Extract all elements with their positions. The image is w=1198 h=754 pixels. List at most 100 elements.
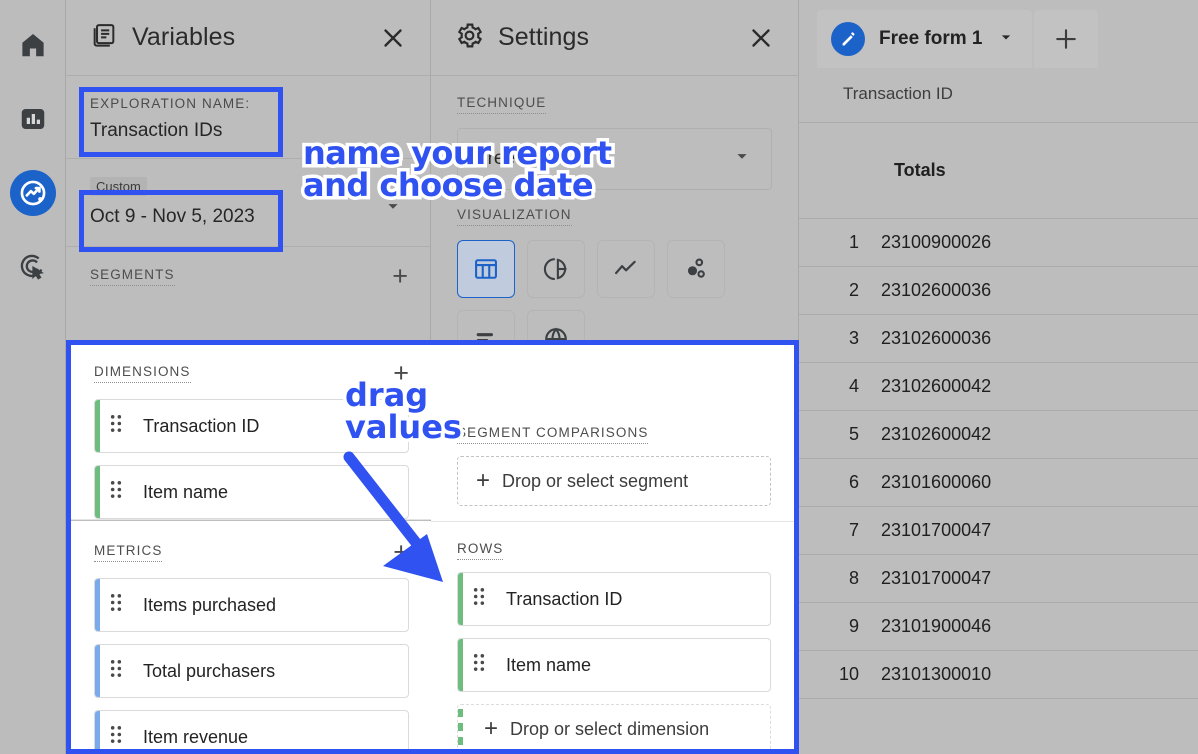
segment-dropzone[interactable]: + Drop or select segment (457, 456, 771, 506)
rows-section: ROWS Transaction ID Item name + Drop or … (431, 522, 797, 754)
segment-comparisons-label: SEGMENT COMPARISONS (457, 425, 649, 444)
row-chip[interactable]: Item name (457, 638, 771, 692)
rows-label: ROWS (457, 541, 504, 560)
ga4-exploration-screen: Variables EXPLORATION NAME: Transaction … (0, 0, 1198, 754)
table-row[interactable]: 6 23101600060 (799, 459, 1198, 507)
row-value: 23100900026 (881, 232, 992, 252)
tab-label: Free form 1 (879, 28, 983, 49)
table-row[interactable]: 2 23102600036 (799, 267, 1198, 315)
row-index: 8 (848, 568, 859, 588)
row-index: 4 (848, 376, 859, 396)
table-row[interactable]: 1 23100900026 (799, 219, 1198, 267)
table-row[interactable]: 3 23102600036 (799, 315, 1198, 363)
date-range-value[interactable]: Oct 9 - Nov 5, 2023 (90, 206, 406, 228)
rows-dropzone-label: Drop or select dimension (510, 718, 710, 739)
results-column-title: Transaction ID (799, 76, 1198, 123)
row-index: 10 (838, 664, 859, 684)
variables-icon (90, 21, 118, 54)
add-segment-button[interactable]: + (392, 263, 408, 290)
row-value: 23101700047 (881, 568, 992, 588)
table-row[interactable]: 4 23102600042 (799, 363, 1198, 411)
date-chip-label: Custom (90, 177, 147, 196)
metric-chip[interactable]: Items purchased (94, 578, 409, 632)
advertising-icon[interactable] (10, 244, 56, 290)
drag-handle-icon[interactable] (109, 414, 123, 439)
segment-dropzone-label: Drop or select segment (502, 470, 689, 491)
row-value: 23101300010 (881, 664, 992, 684)
visualization-label: VISUALIZATION (457, 207, 572, 226)
annotation-name-report: name your report and choose date (300, 134, 616, 205)
chevron-down-icon[interactable] (731, 145, 753, 173)
row-value: 23101700047 (881, 520, 992, 540)
drag-handle-icon[interactable] (109, 593, 123, 618)
metric-chip[interactable]: Item revenue (94, 710, 409, 754)
tab-free-form-1[interactable]: Free form 1 (817, 10, 1033, 68)
row-chip-label: Item name (506, 654, 592, 675)
line-viz-icon[interactable] (597, 240, 655, 298)
table-viz-icon[interactable] (457, 240, 515, 298)
row-index: 7 (848, 520, 859, 540)
metrics-section: METRICS + Items purchased Total purchase… (70, 521, 431, 754)
scatter-viz-icon[interactable] (667, 240, 725, 298)
home-icon[interactable] (10, 22, 56, 68)
segments-label: SEGMENTS (90, 267, 175, 286)
metric-chip-label: Items purchased (143, 594, 277, 615)
annotation-drag-values: drag values (342, 376, 466, 447)
row-index: 1 (848, 232, 859, 252)
drag-handle-icon[interactable] (472, 587, 486, 612)
segment-comparisons-section: SEGMENT COMPARISONS + Drop or select seg… (431, 342, 797, 522)
metric-color-bar (95, 645, 100, 697)
drag-handle-icon[interactable] (109, 480, 123, 505)
table-row[interactable]: 9 23101900046 (799, 603, 1198, 651)
drag-handle-icon[interactable] (472, 653, 486, 678)
variables-title: Variables (132, 23, 236, 51)
donut-viz-icon[interactable] (527, 240, 585, 298)
drag-handle-icon[interactable] (109, 659, 123, 684)
exploration-name-caption: EXPLORATION NAME: (90, 96, 251, 111)
annotation-line-2: values (342, 408, 466, 447)
add-metric-button[interactable]: + (393, 539, 409, 566)
row-value: 23102600042 (881, 424, 992, 444)
variables-panel-header: Variables (66, 0, 430, 76)
annotation-line-2: and choose date (300, 166, 598, 205)
dimension-color-bar (95, 400, 100, 452)
row-index: 9 (848, 616, 859, 636)
metric-chip[interactable]: Total purchasers (94, 644, 409, 698)
annotation-line-1: name your report (300, 134, 616, 173)
row-value: 23102600036 (881, 328, 992, 348)
drag-handle-icon[interactable] (109, 725, 123, 750)
results-table: 1 23100900026 2 23102600036 3 23102600036 4… (799, 219, 1198, 699)
close-icon[interactable] (378, 23, 408, 53)
row-value: 23102600036 (881, 280, 992, 300)
metric-color-bar (95, 711, 100, 754)
dimension-color-bar (458, 573, 463, 625)
dimension-chip[interactable]: Item name (94, 465, 409, 519)
close-icon[interactable] (746, 23, 776, 53)
dimension-color-bar (458, 639, 463, 691)
plus-icon: + (484, 715, 499, 742)
dimensions-label: DIMENSIONS (94, 364, 191, 383)
table-row[interactable]: 10 23101300010 (799, 651, 1198, 699)
row-index: 3 (848, 328, 859, 348)
chevron-down-icon[interactable] (996, 27, 1016, 52)
dimension-color-bar (458, 709, 463, 749)
row-chip-label: Transaction ID (506, 588, 623, 609)
row-index: 2 (848, 280, 859, 300)
segments-section-header: SEGMENTS + (66, 247, 430, 306)
row-value: 23102600042 (881, 376, 992, 396)
add-tab-button[interactable] (1034, 10, 1099, 68)
table-row[interactable]: 5 23102600042 (799, 411, 1198, 459)
row-chip[interactable]: Transaction ID (457, 572, 771, 626)
explore-icon[interactable] (9, 170, 56, 216)
results-panel: Free form 1 Transaction ID Totals 1 23100… (799, 0, 1198, 754)
rows-dropzone[interactable]: + Drop or select dimension (457, 704, 771, 754)
table-row[interactable]: 7 23101700047 (799, 507, 1198, 555)
row-value: 23101600060 (881, 472, 992, 492)
report-tabbar: Free form 1 (799, 0, 1198, 76)
reports-icon[interactable] (10, 96, 56, 142)
dimension-chip-label: Item name (143, 481, 229, 502)
settings-title: Settings (498, 23, 590, 51)
row-index: 6 (848, 472, 859, 492)
metric-color-bar (95, 579, 100, 631)
table-row[interactable]: 8 23101700047 (799, 555, 1198, 603)
